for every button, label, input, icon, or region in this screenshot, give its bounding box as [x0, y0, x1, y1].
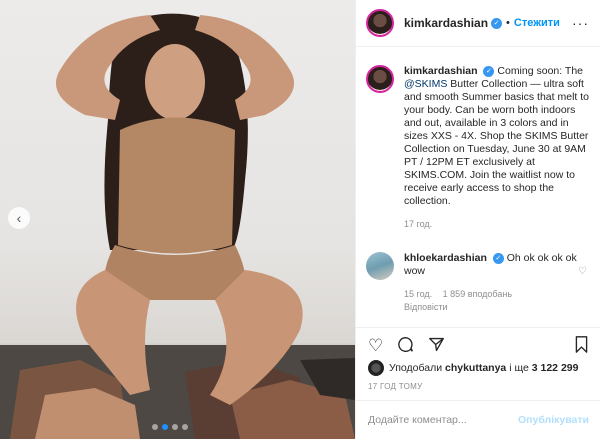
likes-user[interactable]: chykuttanya [445, 362, 506, 374]
reply-button[interactable]: Відповісти [404, 301, 577, 314]
post-header: kimkardashian ✓ • Стежити ··· [356, 0, 600, 47]
avatar[interactable] [366, 252, 394, 280]
heart-icon[interactable]: ♡ [368, 337, 383, 354]
caption-mention[interactable]: @SKIMS [404, 78, 447, 90]
comment-item: khloekardashian ✓ Oh ok ok ok ok wow 15 … [366, 252, 591, 314]
photo-illustration [0, 13, 355, 439]
likes-prefix: Уподобали [389, 362, 443, 374]
comment-time[interactable]: 15 год. [404, 289, 432, 299]
carousel-dot [182, 424, 188, 430]
avatar[interactable] [366, 9, 394, 37]
follow-button[interactable]: Стежити [514, 17, 560, 29]
avatar[interactable] [366, 65, 394, 93]
post-time-ago[interactable]: 17 ГОД ТОМУ [368, 382, 423, 391]
more-icon[interactable]: ··· [572, 15, 589, 31]
post-side-panel: kimkardashian ✓ • Стежити ··· kimkardash… [355, 0, 600, 439]
caption-meta: 17 год. [404, 218, 591, 231]
verified-badge-icon: ✓ [491, 17, 503, 29]
caption-username[interactable]: kimkardashian [404, 65, 478, 77]
caption-time[interactable]: 17 год. [404, 219, 432, 229]
header-username[interactable]: kimkardashian [404, 16, 488, 30]
header-separator: • [506, 17, 510, 29]
share-icon[interactable] [428, 336, 445, 356]
verified-badge-icon: ✓ [492, 252, 504, 264]
comment-meta: 15 год. 1 859 вподобань Відповісти [404, 288, 577, 314]
post-photo[interactable]: ‹ [0, 0, 355, 439]
action-bar: ♡ [356, 327, 600, 363]
bookmark-icon[interactable] [574, 336, 589, 358]
publish-button[interactable]: Опублікувати [518, 414, 589, 426]
comment-username[interactable]: khloekardashian [404, 252, 487, 264]
carousel-dot-active [162, 424, 168, 430]
caption: kimkardashian ✓ Coming soon: The @SKIMS … [366, 65, 591, 231]
likes-count[interactable]: 3 122 299 [532, 362, 579, 374]
carousel-dots [152, 424, 188, 430]
comments-list[interactable]: kimkardashian ✓ Coming soon: The @SKIMS … [356, 47, 600, 327]
caption-text: Butter Collection — ultra soft and smoot… [404, 78, 589, 207]
avatar[interactable] [368, 360, 384, 376]
comment-body: khloekardashian ✓ Oh ok ok ok ok wow 15 … [404, 252, 591, 314]
caption-prefix: Coming soon: The [497, 65, 583, 77]
comment-likes[interactable]: 1 859 вподобань [443, 289, 512, 299]
chevron-left-icon[interactable]: ‹ [8, 207, 30, 229]
likes-row: Уподобали chykuttanya і ще 3 122 299 [368, 360, 578, 376]
comment-icon[interactable] [397, 336, 414, 356]
carousel-dot [152, 424, 158, 430]
add-comment-form: Опублікувати [356, 400, 600, 439]
verified-badge-icon: ✓ [483, 65, 495, 77]
carousel-dot [172, 424, 178, 430]
likes-connector: і ще [509, 362, 529, 374]
comment-input[interactable] [368, 414, 518, 426]
caption-body: kimkardashian ✓ Coming soon: The @SKIMS … [404, 65, 591, 231]
heart-icon[interactable]: ♡ [578, 266, 587, 277]
